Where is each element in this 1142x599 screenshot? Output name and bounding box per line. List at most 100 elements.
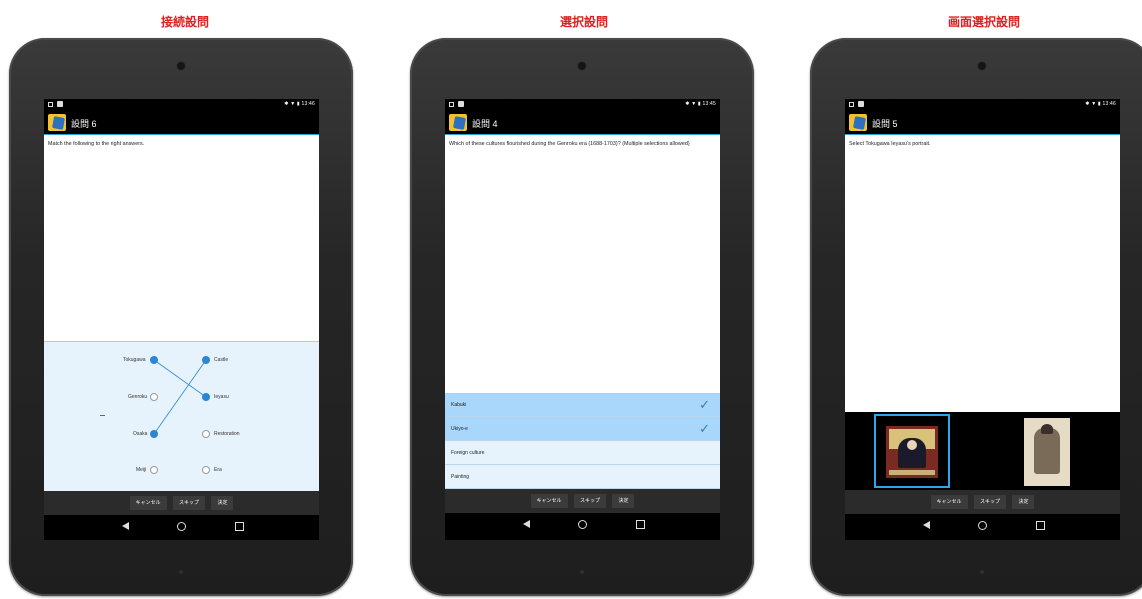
decide-button[interactable]: 決定 xyxy=(612,494,635,508)
camera-notification-icon xyxy=(57,101,63,107)
question-title: 設問 5 xyxy=(872,119,898,129)
caption-connection-question: 接続設問 xyxy=(160,15,209,29)
option-label: Kabuki xyxy=(451,402,467,408)
status-bar: ✱ ▼ ▮ 13:46 xyxy=(44,99,319,111)
status-bar: ✱ ▼ ▮ 13:46 xyxy=(845,99,1120,111)
notification-icon xyxy=(48,102,53,107)
left-item-label: Genroku xyxy=(128,394,148,400)
right-item-label: Castle xyxy=(214,357,229,363)
status-time: ✱ ▼ ▮ 13:46 xyxy=(284,101,315,107)
sensor-dot xyxy=(580,570,584,574)
portrait-armored-icon[interactable] xyxy=(1010,414,1086,488)
image-choice-strip xyxy=(845,412,1120,490)
caption-selection-question: 選択設問 xyxy=(559,15,608,29)
app-icon[interactable] xyxy=(849,114,867,131)
connection-lines xyxy=(153,359,207,435)
cancel-button[interactable]: キャンセル xyxy=(129,496,167,510)
app-bar: 設問 4 xyxy=(445,111,720,135)
nav-bar xyxy=(445,513,720,540)
back-icon[interactable] xyxy=(519,519,533,529)
dash-mark xyxy=(100,415,105,416)
skip-button[interactable]: スキップ xyxy=(973,495,1006,509)
cancel-button[interactable]: キャンセル xyxy=(930,495,968,509)
portrait-armored-image xyxy=(1024,418,1070,486)
left-node[interactable] xyxy=(150,466,158,474)
right-node[interactable] xyxy=(202,393,210,401)
question-text: Match the following to the right answers… xyxy=(48,141,145,147)
app-icon[interactable] xyxy=(449,114,467,131)
right-node[interactable] xyxy=(202,430,210,438)
recent-apps-icon[interactable] xyxy=(1033,520,1047,531)
question-title: 設問 4 xyxy=(472,119,498,129)
nav-bar xyxy=(845,514,1120,540)
check-icon: ✓ xyxy=(699,397,710,412)
skip-button[interactable]: スキップ xyxy=(172,496,205,510)
home-icon[interactable] xyxy=(575,519,589,530)
option-label: Painting xyxy=(451,474,470,480)
left-item-label: Tokugawa xyxy=(123,357,146,363)
portrait-seated-icon[interactable] xyxy=(874,414,950,488)
screen-2: ✱ ▼ ▮ 13:45 設問 4 Which of these cultures… xyxy=(445,99,720,540)
skip-button[interactable]: スキップ xyxy=(573,494,606,508)
decide-button[interactable]: 決定 xyxy=(1012,495,1035,509)
action-bar: キャンセル スキップ 決定 xyxy=(44,491,319,515)
option-label: Ukiyo-e xyxy=(451,426,468,432)
recent-apps-icon[interactable] xyxy=(633,519,647,530)
question-title: 設問 6 xyxy=(71,119,97,129)
left-item-label: Osaka xyxy=(133,431,148,437)
back-icon[interactable] xyxy=(118,521,132,531)
back-icon[interactable] xyxy=(919,520,933,530)
option-label: Foreign culture xyxy=(451,450,485,456)
connection-line xyxy=(153,359,207,398)
option-item[interactable]: Painting xyxy=(445,465,720,489)
right-node[interactable] xyxy=(202,466,210,474)
question-text: Which of these cultures flourished durin… xyxy=(449,141,690,147)
camera-notification-icon xyxy=(858,101,864,107)
status-time: ✱ ▼ ▮ 13:46 xyxy=(1085,101,1116,107)
notification-icon xyxy=(449,102,454,107)
matching-area: Tokugawa Genroku Osaka Meiji Castle Ieya… xyxy=(44,341,319,491)
camera-icon xyxy=(978,62,986,70)
caption-image-selection-question: 画面選択設問 xyxy=(947,15,1020,29)
action-bar: キャンセル スキップ 決定 xyxy=(845,490,1120,514)
notification-icon xyxy=(849,102,854,107)
status-time: ✱ ▼ ▮ 13:45 xyxy=(685,101,716,107)
check-icon: ✓ xyxy=(699,421,710,436)
app-bar: 設問 6 xyxy=(44,111,319,135)
right-item-label: Restoration xyxy=(214,431,240,437)
connection-line xyxy=(153,359,207,435)
option-item[interactable]: Kabuki ✓ xyxy=(445,393,720,417)
home-icon[interactable] xyxy=(975,520,989,531)
right-item-label: Ieyasu xyxy=(214,394,229,400)
cancel-button[interactable]: キャンセル xyxy=(530,494,568,508)
question-text: Select Tokugawa Ieyasu's portrait. xyxy=(849,141,931,147)
screen-3: ✱ ▼ ▮ 13:46 設問 5 Select Tokugawa Ieyasu'… xyxy=(845,99,1120,540)
status-bar: ✱ ▼ ▮ 13:45 xyxy=(445,99,720,111)
sensor-dot xyxy=(179,570,183,574)
left-node[interactable] xyxy=(150,356,158,364)
app-icon[interactable] xyxy=(48,114,66,131)
left-node[interactable] xyxy=(150,430,158,438)
nav-bar xyxy=(44,515,319,540)
tablet-2: ✱ ▼ ▮ 13:45 設問 4 Which of these cultures… xyxy=(410,38,754,596)
left-node[interactable] xyxy=(150,393,158,401)
tablet-3: ✱ ▼ ▮ 13:46 設問 5 Select Tokugawa Ieyasu'… xyxy=(810,38,1142,596)
option-item[interactable]: Ukiyo-e ✓ xyxy=(445,417,720,441)
sensor-dot xyxy=(980,570,984,574)
camera-icon xyxy=(177,62,185,70)
option-item[interactable]: Foreign culture xyxy=(445,441,720,465)
tablet-1: ✱ ▼ ▮ 13:46 設問 6 Match the following to … xyxy=(9,38,353,596)
screen-1: ✱ ▼ ▮ 13:46 設問 6 Match the following to … xyxy=(44,99,319,540)
right-node[interactable] xyxy=(202,356,210,364)
right-item-label: Era xyxy=(214,467,222,473)
action-bar: キャンセル スキップ 決定 xyxy=(445,489,720,513)
left-item-label: Meiji xyxy=(136,467,147,473)
home-icon[interactable] xyxy=(174,521,188,532)
camera-icon xyxy=(578,62,586,70)
recent-apps-icon[interactable] xyxy=(232,521,246,532)
decide-button[interactable]: 決定 xyxy=(211,496,234,510)
stage: 接続設問 選択設問 画面選択設問 ✱ ▼ ▮ 13:46 設問 6 Match … xyxy=(0,0,1142,599)
app-bar: 設問 5 xyxy=(845,111,1120,135)
camera-notification-icon xyxy=(458,101,464,107)
portrait-seated-image xyxy=(886,426,938,478)
